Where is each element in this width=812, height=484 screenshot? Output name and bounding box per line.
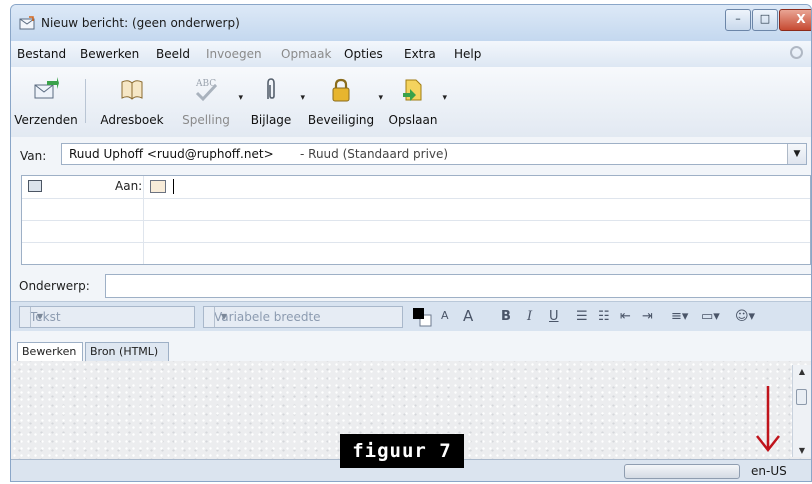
toolbar-separator: [85, 79, 86, 123]
recipient-row-empty[interactable]: [22, 220, 810, 243]
close-button[interactable]: X: [779, 9, 811, 31]
menu-beeld[interactable]: Beeld: [156, 47, 190, 61]
progress-bar: [624, 464, 740, 479]
attachment-button[interactable]: Bijlage ▾: [245, 71, 305, 133]
security-dropdown-icon[interactable]: ▾: [378, 93, 383, 103]
spelling-label: Spelling: [182, 113, 230, 127]
send-icon: [34, 77, 59, 99]
font-select[interactable]: Variabele breedte ▼: [203, 306, 403, 328]
editor-scrollbar[interactable]: ▲ ▼: [792, 365, 811, 457]
insert-object-icon[interactable]: ▭▾: [701, 309, 720, 324]
menu-extra[interactable]: Extra: [404, 47, 436, 61]
larger-font-icon[interactable]: A: [463, 307, 473, 325]
smiley-icon[interactable]: ☺▾: [735, 309, 755, 324]
save-dropdown-icon[interactable]: ▾: [442, 93, 447, 103]
scroll-thumb[interactable]: [796, 389, 807, 405]
compose-window: Nieuw bericht: (geen onderwerp) – □ X Be…: [10, 4, 812, 482]
minimize-icon: –: [735, 12, 741, 25]
to-label[interactable]: Aan:: [115, 179, 142, 193]
recipient-row-empty[interactable]: [22, 198, 810, 221]
scroll-down-icon[interactable]: ▼: [793, 446, 811, 455]
outdent-icon[interactable]: ⇤: [620, 309, 631, 324]
text-cursor: [173, 179, 174, 194]
subject-row: Onderwerp:: [11, 271, 811, 301]
window-title: Nieuw bericht: (geen onderwerp): [41, 16, 240, 30]
addressbook-button[interactable]: Adresboek: [95, 71, 169, 133]
menu-opmaak[interactable]: Opmaak: [281, 47, 331, 61]
menu-invoegen[interactable]: Invoegen: [206, 47, 262, 61]
security-label: Beveiliging: [307, 113, 375, 127]
activity-throbber-icon: [790, 46, 803, 59]
padlock-icon: [332, 78, 350, 102]
menu-bestand[interactable]: Bestand: [17, 47, 66, 61]
editor-tabs: Bewerken Bron (HTML): [11, 331, 811, 362]
contact-card-icon: [150, 180, 166, 193]
menu-bar: Bestand Bewerken Beeld Invoegen Opmaak O…: [11, 41, 811, 68]
paragraph-dropdown-icon[interactable]: ▼: [30, 307, 49, 327]
menu-opties[interactable]: Opties: [344, 47, 383, 61]
save-button[interactable]: Opslaan ▾: [387, 71, 447, 133]
format-toolbar: Tekst ▼ Variabele breedte ▼ A A B I U ☰ …: [11, 301, 811, 333]
recipients-list: Aan:: [21, 175, 811, 265]
tab-bewerken[interactable]: Bewerken: [17, 342, 83, 361]
scroll-up-icon[interactable]: ▲: [793, 367, 811, 376]
title-bar: Nieuw bericht: (geen onderwerp) – □ X: [11, 5, 811, 41]
address-header: Van: Ruud Uphoff <ruud@ruphoff.net> - Ru…: [11, 137, 811, 271]
security-button[interactable]: Beveiliging ▾: [307, 71, 383, 133]
bullet-list-icon[interactable]: ☰: [576, 309, 588, 324]
send-label: Verzenden: [14, 113, 78, 127]
close-icon: X: [796, 12, 806, 26]
recipient-column-divider: [143, 176, 144, 264]
spelling-button[interactable]: ABC Spelling ▾: [177, 71, 243, 133]
spelling-dropdown-icon[interactable]: ▾: [238, 93, 243, 103]
menu-bewerken[interactable]: Bewerken: [80, 47, 139, 61]
figure-caption: figuur 7: [340, 434, 464, 468]
address-book-icon: [121, 80, 143, 100]
from-select[interactable]: Ruud Uphoff <ruud@ruphoff.net> - Ruud (S…: [61, 143, 807, 165]
attachment-label: Bijlage: [250, 113, 292, 127]
numbered-list-icon[interactable]: ☷: [598, 309, 610, 324]
spelling-icon: ABC: [195, 79, 218, 102]
recipient-row[interactable]: Aan:: [22, 176, 810, 199]
indent-icon[interactable]: ⇥: [642, 309, 653, 324]
tab-bron-html[interactable]: Bron (HTML): [85, 342, 169, 361]
send-button[interactable]: Verzenden: [14, 71, 78, 133]
font-dropdown-icon[interactable]: ▼: [214, 307, 233, 327]
attachment-dropdown-icon[interactable]: ▾: [300, 93, 305, 103]
from-dropdown-icon[interactable]: ▼: [787, 144, 806, 164]
subject-label: Onderwerp:: [19, 279, 90, 293]
smaller-font-icon[interactable]: A: [441, 309, 449, 322]
language-indicator[interactable]: en-US: [751, 464, 787, 478]
save-label: Opslaan: [388, 113, 438, 127]
minimize-button[interactable]: –: [725, 9, 751, 31]
maximize-button[interactable]: □: [752, 9, 778, 31]
underline-button[interactable]: U: [549, 309, 559, 324]
from-value: Ruud Uphoff <ruud@ruphoff.net>: [69, 147, 274, 161]
paperclip-icon: [267, 78, 275, 99]
from-label: Van:: [20, 149, 47, 163]
paragraph-format-select[interactable]: Tekst ▼: [19, 306, 195, 328]
addressbook-label: Adresboek: [100, 113, 164, 127]
bold-button[interactable]: B: [501, 309, 511, 324]
main-toolbar: Verzenden Adresboek ABC Spelling ▾ Bijla…: [11, 67, 811, 138]
from-identity: - Ruud (Standaard prive): [300, 147, 449, 161]
recipient-type-icon[interactable]: [28, 180, 42, 192]
align-icon[interactable]: ≡▾: [671, 309, 688, 324]
italic-button[interactable]: I: [527, 309, 532, 324]
text-color-icon[interactable]: [411, 306, 433, 328]
subject-input[interactable]: [105, 274, 811, 298]
red-arrow-icon: [756, 386, 780, 453]
save-icon: [403, 79, 422, 101]
menu-help[interactable]: Help: [454, 47, 481, 61]
mail-compose-icon: [19, 16, 35, 30]
recipient-row-empty[interactable]: [22, 242, 810, 264]
maximize-icon: □: [759, 12, 771, 25]
